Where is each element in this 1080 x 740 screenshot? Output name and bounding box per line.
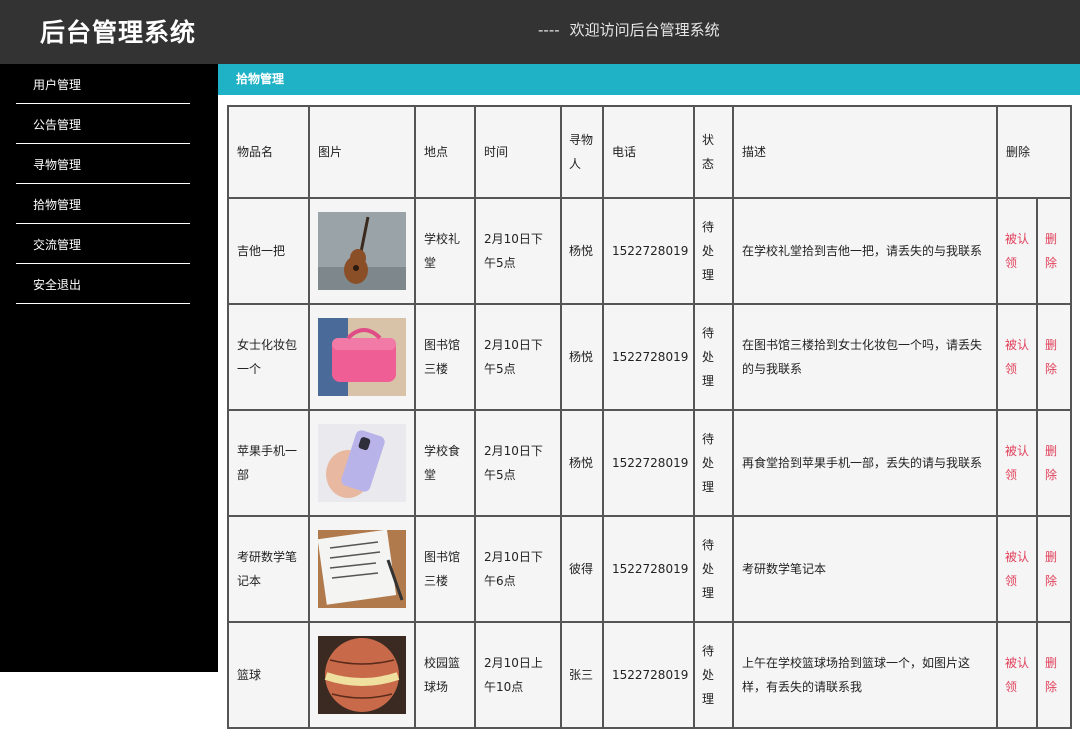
welcome-message: ---- 欢迎访问后台管理系统: [538, 19, 720, 40]
col-header-finder: 寻物人: [560, 105, 604, 199]
cell-place: 校园篮球场: [414, 621, 476, 729]
cosmetic-bag-photo-icon: [318, 318, 406, 396]
delete-link[interactable]: 删除: [1035, 515, 1073, 623]
main-content: 拾物管理 物品名 图片 地点 时间 寻物人 电话 状态 描述 删除 吉他一把 学…: [218, 64, 1080, 740]
cell-desc: 上午在学校篮球场拾到篮球一个，如图片这样，有丢失的请联系我: [732, 621, 998, 729]
cell-name: 吉他一把: [227, 197, 310, 305]
claim-link[interactable]: 被认领: [996, 621, 1038, 729]
cell-phone: 1522728019: [602, 303, 695, 411]
cell-image: [308, 303, 416, 411]
sidebar-item-logout[interactable]: 安全退出: [16, 264, 190, 304]
section-title: 拾物管理: [218, 64, 1080, 95]
cell-status: 待处理: [693, 515, 734, 623]
welcome-dash: ----: [538, 21, 560, 39]
delete-link[interactable]: 删除: [1035, 409, 1073, 517]
table-row: 考研数学笔记本 图书馆三楼 2月10日下午6点 彼得 1522728019 待处…: [227, 515, 1073, 623]
cell-phone: 1522728019: [602, 621, 695, 729]
cell-finder: 杨悦: [560, 303, 604, 411]
cell-phone: 1522728019: [602, 197, 695, 305]
cell-time: 2月10日上午10点: [474, 621, 562, 729]
cell-status: 待处理: [693, 197, 734, 305]
claim-link[interactable]: 被认领: [996, 197, 1038, 305]
cell-desc: 在图书馆三楼拾到女士化妆包一个吗，请丢失的与我联系: [732, 303, 998, 411]
table-row: 篮球 校园篮球场 2月10日上午10点 张三 1522728019 待处理 上午…: [227, 621, 1073, 729]
cell-time: 2月10日下午6点: [474, 515, 562, 623]
sidebar: 用户管理 公告管理 寻物管理 拾物管理 交流管理 安全退出: [0, 64, 218, 672]
cell-image: [308, 621, 416, 729]
claim-link[interactable]: 被认领: [996, 515, 1038, 623]
cell-time: 2月10日下午5点: [474, 409, 562, 517]
cell-desc: 考研数学笔记本: [732, 515, 998, 623]
delete-link[interactable]: 删除: [1035, 303, 1073, 411]
cell-finder: 杨悦: [560, 197, 604, 305]
table-header-row: 物品名 图片 地点 时间 寻物人 电话 状态 描述 删除: [227, 105, 1073, 199]
cell-image: [308, 409, 416, 517]
cell-phone: 1522728019: [602, 409, 695, 517]
found-items-table-wrap: 物品名 图片 地点 时间 寻物人 电话 状态 描述 删除 吉他一把 学校礼堂 2…: [227, 105, 1073, 729]
cell-finder: 张三: [560, 621, 604, 729]
app-title: 后台管理系统: [40, 18, 197, 47]
guitar-photo-icon: [318, 212, 406, 290]
cell-status: 待处理: [693, 303, 734, 411]
table-row: 女士化妆包一个 图书馆三楼 2月10日下午5点 杨悦 1522728019 待处…: [227, 303, 1073, 411]
cell-time: 2月10日下午5点: [474, 303, 562, 411]
delete-link[interactable]: 删除: [1035, 621, 1073, 729]
col-header-desc: 描述: [732, 105, 998, 199]
cell-place: 图书馆三楼: [414, 303, 476, 411]
cell-finder: 杨悦: [560, 409, 604, 517]
col-header-phone: 电话: [602, 105, 695, 199]
sidebar-item-lost-items[interactable]: 寻物管理: [16, 144, 190, 184]
cell-desc: 在学校礼堂拾到吉他一把，请丢失的与我联系: [732, 197, 998, 305]
col-header-time: 时间: [474, 105, 562, 199]
basketball-photo-icon: [318, 636, 406, 714]
cell-image: [308, 515, 416, 623]
cell-status: 待处理: [693, 409, 734, 517]
cell-place: 图书馆三楼: [414, 515, 476, 623]
phone-photo-icon: [318, 424, 406, 502]
sidebar-item-found-items[interactable]: 拾物管理: [16, 184, 190, 224]
welcome-text: 欢迎访问后台管理系统: [569, 21, 720, 39]
col-header-image: 图片: [308, 105, 416, 199]
cell-name: 篮球: [227, 621, 310, 729]
sidebar-item-communication[interactable]: 交流管理: [16, 224, 190, 264]
claim-link[interactable]: 被认领: [996, 303, 1038, 411]
cell-status: 待处理: [693, 621, 734, 729]
cell-finder: 彼得: [560, 515, 604, 623]
table-row: 苹果手机一部 学校食堂 2月10日下午5点 杨悦 1522728019 待处理: [227, 409, 1073, 517]
cell-place: 学校食堂: [414, 409, 476, 517]
cell-image: [308, 197, 416, 305]
cell-time: 2月10日下午5点: [474, 197, 562, 305]
sidebar-item-announcements[interactable]: 公告管理: [16, 104, 190, 144]
cell-name: 女士化妆包一个: [227, 303, 310, 411]
cell-name: 苹果手机一部: [227, 409, 310, 517]
cell-name: 考研数学笔记本: [227, 515, 310, 623]
cell-desc: 再食堂拾到苹果手机一部，丢失的请与我联系: [732, 409, 998, 517]
col-header-name: 物品名: [227, 105, 310, 199]
col-header-place: 地点: [414, 105, 476, 199]
cell-place: 学校礼堂: [414, 197, 476, 305]
claim-link[interactable]: 被认领: [996, 409, 1038, 517]
col-header-delete: 删除: [995, 105, 1073, 199]
top-header: 后台管理系统 ---- 欢迎访问后台管理系统: [0, 0, 1080, 64]
table-row: 吉他一把 学校礼堂 2月10日下午5点 杨悦 1522728019 待处理 在学…: [227, 197, 1073, 305]
col-header-status: 状态: [693, 105, 734, 199]
delete-link[interactable]: 删除: [1035, 197, 1073, 305]
notebook-photo-icon: [318, 530, 406, 608]
sidebar-item-users[interactable]: 用户管理: [16, 64, 190, 104]
cell-phone: 1522728019: [602, 515, 695, 623]
found-items-table: 物品名 图片 地点 时间 寻物人 电话 状态 描述 删除 吉他一把 学校礼堂 2…: [227, 105, 1073, 729]
